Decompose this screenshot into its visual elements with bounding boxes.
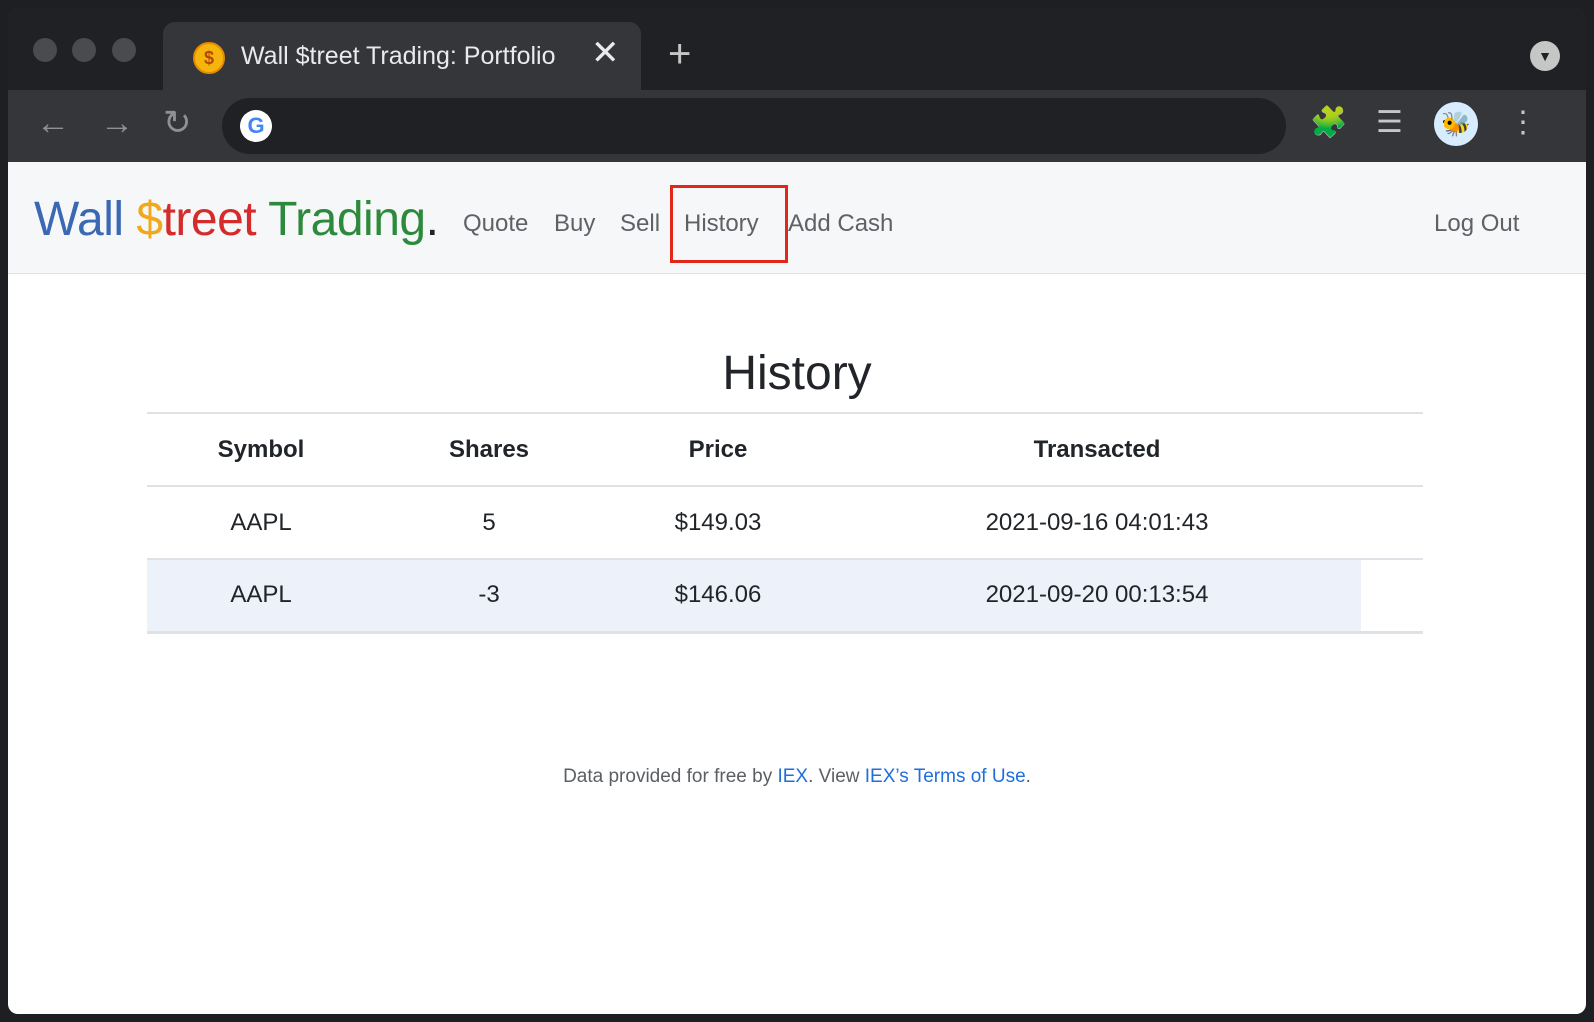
browser-toolbar: ← → ↻ G 🧩 ☰ 🐝 ⋮: [8, 90, 1586, 162]
media-control-icon[interactable]: ☰: [1376, 108, 1403, 138]
history-highlight-box: [670, 185, 788, 263]
nav-link-buy[interactable]: Buy: [554, 210, 595, 238]
site-favicon-icon: $: [193, 42, 225, 74]
profile-avatar[interactable]: 🐝: [1434, 102, 1478, 146]
cell-shares: -3: [375, 559, 603, 632]
iex-terms-link[interactable]: IEX’s Terms of Use: [865, 766, 1026, 787]
maximize-window-button[interactable]: [112, 38, 136, 62]
forward-icon[interactable]: →: [100, 106, 134, 140]
active-tab[interactable]: $ Wall $treet Trading: Portfolio ✕: [163, 22, 641, 90]
site-navbar: Wall $treet Trading. Quote Buy Sell Hist…: [8, 162, 1586, 274]
brand-part-trading: Trading: [268, 193, 426, 246]
history-table: Symbol Shares Price Transacted AAPL 5 $1…: [147, 412, 1423, 634]
brand-part-dollar: $: [136, 193, 163, 246]
close-window-button[interactable]: [33, 38, 57, 62]
google-icon: G: [240, 110, 272, 142]
address-bar[interactable]: G: [222, 98, 1286, 154]
page-title: History: [722, 347, 872, 400]
brand-part-wall: Wall: [34, 193, 137, 246]
browser-menu-icon[interactable]: ⋮: [1508, 108, 1538, 138]
minimize-window-button[interactable]: [72, 38, 96, 62]
nav-link-quote[interactable]: Quote: [463, 210, 528, 238]
close-tab-icon[interactable]: ✕: [591, 36, 620, 70]
reload-icon[interactable]: ↻: [163, 106, 192, 140]
column-header-spacer: [1361, 413, 1423, 486]
column-header-transacted: Transacted: [1033, 435, 1161, 463]
table-header-row: Symbol Shares Price Transacted: [147, 413, 1423, 486]
nav-link-add-cash[interactable]: Add Cash: [788, 210, 893, 238]
cell-symbol: AAPL: [230, 508, 292, 536]
brand-part-treet: treet: [162, 193, 269, 246]
cell-spacer: [1361, 486, 1423, 559]
extensions-icon[interactable]: 🧩: [1310, 108, 1347, 138]
column-header-symbol: Symbol: [217, 435, 305, 463]
cell-transacted: 2021-09-16 04:01:43: [985, 508, 1209, 536]
table-row: AAPL 5 $149.03 2021-09-16 04:01:43: [147, 486, 1423, 559]
footer-text-suffix: .: [1025, 766, 1031, 787]
cell-price: $149.03: [674, 508, 762, 536]
page-content: Wall $treet Trading. Quote Buy Sell Hist…: [8, 162, 1586, 1014]
cell-symbol: AAPL: [147, 559, 375, 632]
page-footer: Data provided for free by IEX. View IEX’…: [8, 766, 1586, 788]
nav-link-sell[interactable]: Sell: [620, 210, 660, 238]
table-row: AAPL -3 $146.06 2021-09-20 00:13:54: [147, 559, 1423, 632]
brand-part-dot: .: [425, 193, 439, 246]
new-tab-button[interactable]: +: [668, 34, 691, 74]
iex-link[interactable]: IEX: [777, 766, 808, 787]
tab-search-icon[interactable]: ▼: [1530, 41, 1560, 71]
column-header-shares: Shares: [448, 435, 530, 463]
tab-title: Wall $treet Trading: Portfolio: [241, 42, 556, 70]
cell-shares: 5: [482, 508, 496, 536]
tab-strip: $ Wall $treet Trading: Portfolio ✕ + ▼: [8, 8, 1586, 90]
footer-text-prefix: Data provided for free by: [563, 766, 778, 787]
cell-price: $146.06: [603, 559, 833, 632]
footer-text-middle: . View: [808, 766, 865, 787]
cell-spacer: [1361, 559, 1423, 632]
browser-window: $ Wall $treet Trading: Portfolio ✕ + ▼ ←…: [8, 8, 1586, 1014]
nav-link-logout[interactable]: Log Out: [1434, 210, 1519, 238]
cell-transacted: 2021-09-20 00:13:54: [833, 559, 1361, 632]
column-header-price: Price: [688, 435, 748, 463]
back-icon[interactable]: ←: [36, 106, 70, 140]
brand-logo[interactable]: Wall $treet Trading.: [34, 192, 439, 247]
